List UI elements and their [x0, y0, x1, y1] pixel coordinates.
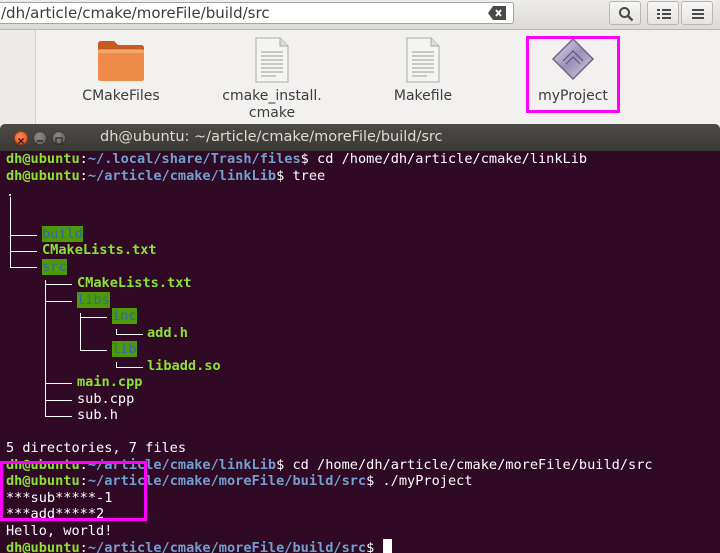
command-text: tree — [292, 167, 326, 184]
prompt-user: dh@ubuntu — [6, 167, 80, 184]
tree-entry-lib: lib — [112, 341, 137, 358]
tree-entry-libadd-so: libadd.so — [147, 357, 221, 374]
prompt-separator: : — [79, 151, 88, 167]
maximize-icon — [55, 137, 63, 145]
prompt-user: dh@ubuntu — [6, 151, 80, 167]
tree-entry-src-cmakelists: CMakeLists.txt — [77, 275, 192, 291]
tree-entry-sub-h: sub.h — [77, 407, 118, 423]
command-text: ./myProject — [382, 473, 473, 489]
file-item-makefile[interactable]: Makefile — [368, 36, 478, 105]
tree-connector — [80, 317, 107, 318]
prompt-path: ~/article/cmake/moreFile/build/src — [87, 540, 367, 553]
terminal-line: dh@ubuntu:~/article/cmake/linkLib$ tree — [6, 168, 325, 185]
file-item-cmakefiles[interactable]: CMakeFiles — [66, 36, 176, 105]
search-button[interactable] — [609, 1, 641, 25]
directory-name: build — [42, 225, 83, 242]
minimize-icon — [37, 140, 43, 142]
maximize-window-button[interactable] — [52, 131, 66, 145]
file-label: cmake_install. — [222, 88, 322, 104]
location-bar[interactable]: /dh/article/cmake/moreFile/build/src — [0, 2, 514, 24]
terminal-line: dh@ubuntu:~/.local/share/Trash/files$ cd… — [6, 151, 587, 168]
file-label-line2: cmake — [248, 105, 296, 121]
tree-entry-add-h: add.h — [147, 324, 188, 341]
minimize-window-button[interactable] — [33, 131, 47, 145]
tree-entry-src: src — [42, 258, 67, 276]
prompt-separator: : — [79, 167, 88, 184]
tree-connector — [45, 416, 72, 417]
tree-summary: 5 directories, 7 files — [6, 440, 187, 456]
text-document-icon — [368, 36, 478, 84]
prompt-dollar: $ — [276, 456, 293, 473]
tree-connector — [10, 267, 37, 268]
tree-entry-build: build — [42, 225, 83, 243]
tree-connector — [116, 367, 143, 368]
highlight-box-myproject — [526, 36, 620, 113]
prompt-dollar: $ — [300, 151, 318, 167]
directory-name: inc — [112, 308, 137, 324]
text-document-icon — [217, 36, 327, 84]
tree-entry-inc: inc — [112, 308, 137, 325]
prompt-dollar: $ — [276, 167, 293, 184]
tree-connector — [45, 284, 72, 285]
command-text: cd /home/dh/article/cmake/moreFile/build… — [292, 456, 653, 473]
terminal-prompt-line[interactable]: dh@ubuntu:~/article/cmake/moreFile/build… — [6, 539, 392, 553]
prompt-dollar: $ — [366, 540, 383, 553]
list-view-button[interactable] — [647, 1, 679, 25]
tree-connector — [10, 235, 37, 236]
terminal-titlebar[interactable]: dh@ubuntu: ~/article/cmake/moreFile/buil… — [0, 124, 720, 151]
file-label: Makefile — [393, 88, 453, 104]
tree-entry-cmakelists: CMakeLists.txt — [42, 242, 157, 258]
prompt-path: ~/.local/share/Trash/files — [87, 151, 301, 167]
file-item-cmake-install[interactable]: cmake_install. cmake — [217, 36, 327, 122]
tree-connector — [10, 197, 11, 268]
tree-connector — [45, 400, 72, 401]
tree-connector — [80, 350, 107, 351]
directory-name: src — [42, 258, 67, 275]
tree-connector — [45, 383, 72, 384]
directory-name: libs — [77, 291, 110, 308]
text-cursor — [382, 539, 392, 553]
prompt-user: dh@ubuntu — [6, 540, 80, 553]
tree-entry-sub-cpp: sub.cpp — [77, 390, 135, 407]
command-text: cd /home/dh/article/cmake/linkLib — [317, 151, 588, 167]
prompt-separator: : — [79, 540, 88, 553]
clear-text-icon[interactable] — [488, 5, 506, 20]
tree-connector — [80, 313, 81, 350]
highlight-box-output — [0, 461, 147, 521]
close-window-button[interactable] — [14, 131, 28, 145]
folder-icon — [66, 36, 176, 84]
file-manager-toolbar: /dh/article/cmake/moreFile/build/src — [0, 0, 720, 30]
location-path: /dh/article/cmake/moreFile/build/src — [1, 4, 270, 22]
tree-connector — [10, 251, 37, 252]
file-label: CMakeFiles — [82, 88, 160, 104]
menu-button[interactable] — [681, 1, 713, 25]
tree-entry-main-cpp: main.cpp — [77, 374, 143, 390]
directory-name: lib — [112, 341, 137, 357]
program-output-line: Hello, world! — [6, 522, 113, 539]
prompt-path: ~/article/cmake/linkLib — [87, 167, 277, 184]
terminal-title: dh@ubuntu: ~/article/cmake/moreFile/buil… — [100, 129, 443, 145]
tree-entry-libs: libs — [77, 291, 110, 309]
tree-connector — [45, 301, 72, 302]
prompt-dollar: $ — [366, 473, 383, 489]
tree-connector — [116, 334, 143, 335]
close-icon — [18, 138, 24, 144]
